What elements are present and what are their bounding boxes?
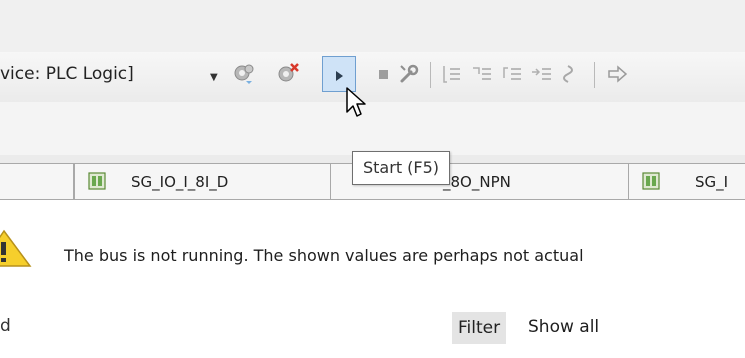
toolbar-separator [430,62,431,88]
online-toolbar: vice: PLC Logic] ▼ [0,52,745,102]
filter-select[interactable]: Show all [528,317,599,337]
stop-icon[interactable] [372,62,396,86]
run-to-cursor-icon[interactable] [530,62,554,86]
set-next-statement-icon[interactable] [560,62,584,86]
tab-label: _8O_NPN [443,173,511,191]
io-module-icon [88,172,106,190]
mouse-pointer-icon [346,87,366,117]
step-out-icon[interactable] [500,62,524,86]
io-module-icon [642,172,660,190]
device-selector-label[interactable]: vice: PLC Logic] [0,64,134,84]
tab-hidden-left[interactable] [0,163,74,199]
step-over-icon[interactable] [440,62,464,86]
logout-gear-icon[interactable] [276,62,300,86]
title-strip [0,0,745,52]
toolbar-separator [594,62,595,88]
tab-label: SG_I [695,173,729,191]
bus-status-message: The bus is not running. The shown values… [64,246,584,265]
start-tooltip: Start (F5) [352,151,451,185]
show-current-statement-icon[interactable] [606,62,630,86]
partial-label: d [0,316,11,336]
step-into-icon[interactable] [470,62,494,86]
dropdown-arrow-icon[interactable]: ▼ [210,72,218,83]
login-gear-icon[interactable] [232,62,256,86]
start-icon [336,71,343,81]
reset-wrench-icon[interactable] [397,62,421,86]
warning-icon [0,229,32,267]
tab-label: SG_IO_I_8I_D [131,173,229,191]
filter-label: Filter [452,312,507,344]
tab-sg-i[interactable]: SG_I [628,163,745,199]
tab-sg-io-i-8i-d[interactable]: SG_IO_I_8I_D [74,163,332,199]
io-mapping-panel: The bus is not running. The shown values… [0,200,745,358]
